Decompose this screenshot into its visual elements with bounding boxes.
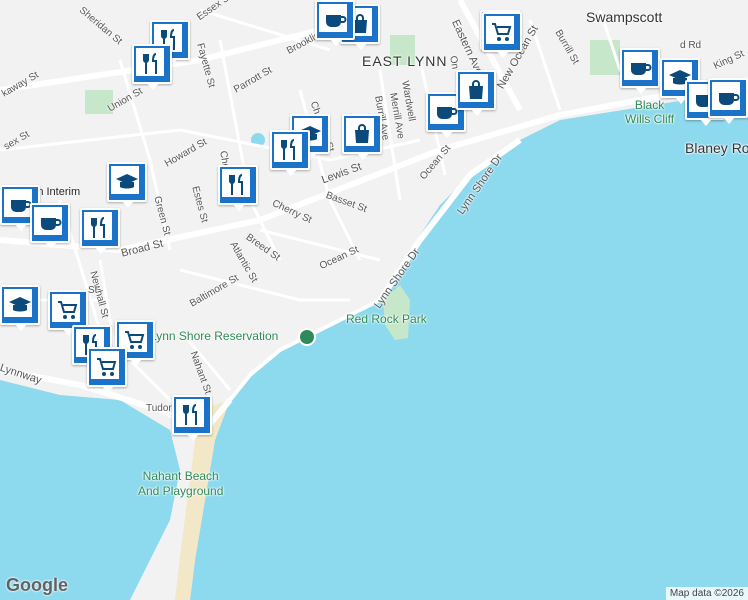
coffee-icon [41, 218, 62, 230]
shopping-cart-icon [492, 23, 512, 41]
marker-background [4, 289, 32, 317]
marker-restaurant[interactable] [270, 130, 310, 176]
shopping-bag-icon [469, 80, 483, 99]
marker-restaurant[interactable] [218, 165, 258, 211]
restaurant-icon [183, 404, 197, 425]
street-label-st: St [88, 285, 98, 296]
marker-coffee[interactable] [315, 0, 355, 46]
marker-background [176, 399, 204, 427]
shopping-cart-icon [97, 358, 117, 376]
google-logo: Google [6, 575, 68, 595]
marker-restaurant[interactable] [80, 208, 120, 254]
marker-background [136, 48, 164, 76]
marker-background [84, 212, 112, 240]
marker-shopping-bag[interactable] [342, 114, 382, 160]
map-canvas[interactable]: EAST LYNN Swampscott Black Wills Cliff B… [0, 0, 748, 600]
marker-background [624, 52, 652, 80]
restaurant-icon [229, 174, 243, 195]
marker-background [460, 74, 488, 102]
marker-school[interactable] [107, 162, 147, 208]
marker-restaurant[interactable] [172, 395, 212, 441]
park-label-lynn-shore-reservation: Lynn Shore Reservation [150, 329, 279, 343]
marker-coffee[interactable] [708, 78, 748, 124]
coffee-icon [326, 15, 347, 27]
shopping-cart-icon [58, 301, 78, 319]
marker-background [111, 166, 139, 194]
area-label-black-wills-cliff: Black Wills Cliff [625, 98, 675, 126]
marker-restaurant[interactable] [132, 44, 172, 90]
street-label-on: On [447, 55, 461, 71]
coffee-icon [437, 107, 458, 119]
area-label-swampscott: Swampscott [586, 9, 663, 25]
marker-background [712, 82, 740, 110]
coffee-icon [11, 200, 32, 212]
street-label-rd: d Rd [680, 40, 702, 51]
marker-school[interactable] [0, 285, 40, 331]
restaurant-icon [91, 217, 105, 238]
marker-coffee[interactable] [620, 48, 660, 94]
marker-background [346, 118, 374, 146]
park-label-nahant-beach: Nahant Beach And Playground [138, 469, 224, 498]
school-icon [116, 174, 138, 189]
map-attribution[interactable]: Map data ©2026 [665, 587, 748, 600]
marker-background [319, 4, 347, 32]
marker-background [486, 16, 514, 44]
coffee-icon [719, 93, 740, 105]
shopping-bag-icon [355, 124, 369, 143]
street-label-tudor: Tudor [146, 403, 172, 414]
park-pin-icon[interactable] [298, 328, 316, 346]
marker-shopping-cart[interactable] [482, 12, 522, 58]
area-label-blaney: Blaney Ro [685, 140, 748, 156]
marker-background [4, 189, 32, 217]
marker-shopping-cart[interactable] [48, 290, 88, 336]
marker-shopping-cart[interactable] [87, 347, 127, 393]
area-label-east-lynn: EAST LYNN [362, 53, 448, 69]
marker-background [52, 294, 80, 322]
marker-background [34, 207, 62, 235]
marker-background [430, 96, 458, 124]
school-icon [9, 297, 31, 312]
restaurant-icon [143, 53, 157, 74]
marker-background [222, 169, 250, 197]
coffee-icon [631, 63, 652, 75]
restaurant-icon [281, 139, 295, 160]
park-label-red-rock: Red Rock Park [346, 312, 427, 326]
marker-shopping-bag[interactable] [456, 70, 496, 116]
marker-background [274, 134, 302, 162]
marker-coffee[interactable] [30, 203, 70, 249]
marker-background [91, 351, 119, 379]
